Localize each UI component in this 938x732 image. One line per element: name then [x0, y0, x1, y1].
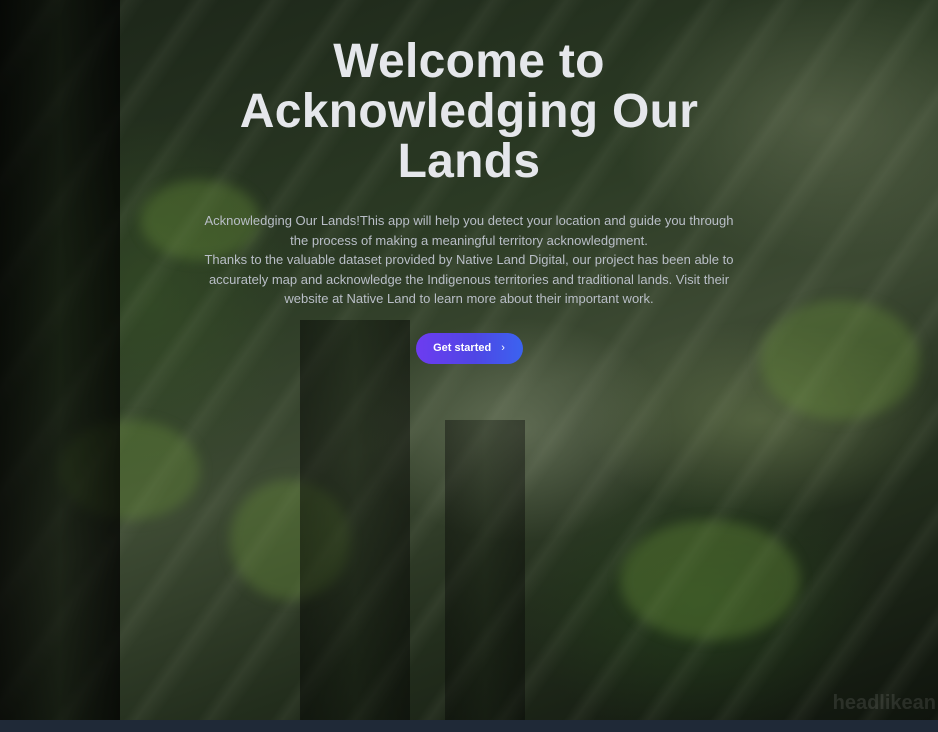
get-started-label: Get started	[433, 342, 492, 355]
page-title: Welcome to Acknowledging Our Lands	[239, 35, 699, 188]
footer-bar	[0, 720, 938, 732]
description-credits: Thanks to the valuable dataset provided …	[204, 252, 734, 307]
tree-trunk	[300, 320, 410, 720]
hero-description: Acknowledging Our Lands!This app will he…	[199, 211, 739, 309]
tree-trunk	[445, 420, 525, 720]
foliage	[620, 520, 800, 640]
description-intro: Acknowledging Our Lands!This app will he…	[204, 213, 734, 248]
watermark: headlikean	[832, 692, 936, 714]
chevron-right-icon: ›	[501, 342, 505, 355]
hero-content: Welcome to Acknowledging Our Lands Ackno…	[0, 0, 938, 364]
get-started-button[interactable]: Get started ›	[415, 332, 523, 364]
